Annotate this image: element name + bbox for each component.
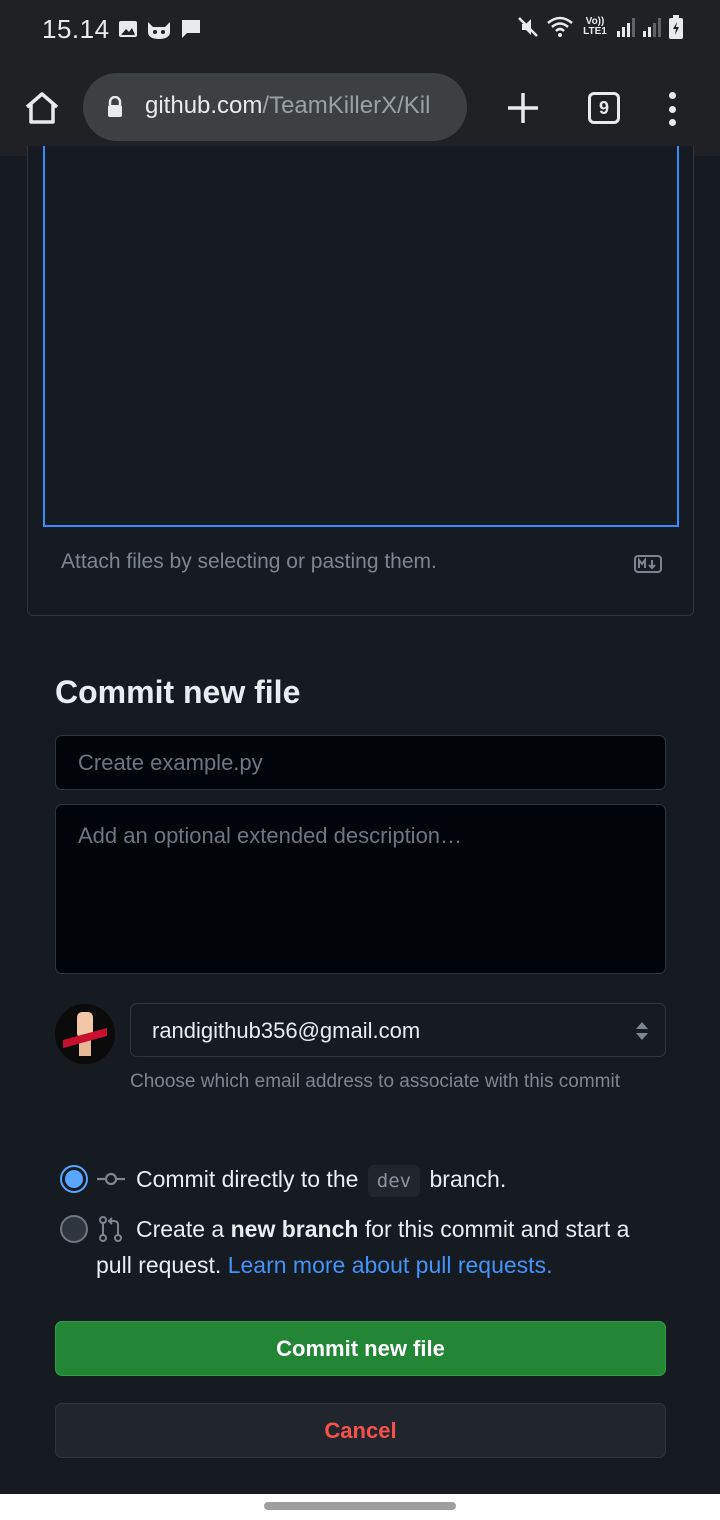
- tab-switcher-button[interactable]: 9: [588, 92, 620, 124]
- email-hint: Choose which email address to associate …: [130, 1071, 620, 1092]
- home-gesture-handle[interactable]: [264, 1502, 456, 1510]
- attach-files-hint[interactable]: Attach files by selecting or pasting the…: [61, 550, 437, 574]
- new-branch-bold: new branch: [230, 1216, 359, 1242]
- avatar-image: [55, 1004, 115, 1064]
- browser-toolbar: github.com/TeamKillerX/Kil 9: [0, 60, 720, 156]
- wifi-icon: [547, 16, 573, 37]
- cancel-button[interactable]: Cancel: [55, 1403, 666, 1458]
- cat-icon: [148, 22, 170, 39]
- git-commit-icon: [97, 1172, 125, 1186]
- status-time: 15.14: [42, 14, 110, 44]
- notification-icons: [118, 18, 202, 40]
- lock-icon: [108, 96, 122, 117]
- more-menu-icon[interactable]: [666, 92, 678, 126]
- url-host: github.com: [145, 92, 263, 119]
- commit-direct-option[interactable]: Commit directly to the dev branch.: [60, 1161, 506, 1197]
- file-content-editor[interactable]: [43, 146, 679, 527]
- branch-name: dev: [367, 1165, 421, 1197]
- gallery-icon: [119, 21, 137, 37]
- select-arrows-icon: [636, 1022, 648, 1040]
- url-text: github.com/TeamKillerX/Kil: [145, 92, 430, 120]
- learn-more-link[interactable]: Learn more about pull requests.: [228, 1252, 553, 1278]
- battery-icon: [669, 15, 683, 39]
- new-branch-text-start: Create a: [136, 1216, 225, 1242]
- direct-label-start: Commit directly to the: [136, 1166, 359, 1192]
- commit-direct-radio[interactable]: [60, 1165, 88, 1193]
- git-pull-request-icon: [99, 1216, 122, 1242]
- status-bar: 15.14 Vo)) LTE1: [0, 0, 720, 60]
- lte-label: Vo)) LTE1: [583, 16, 607, 37]
- signal-icon: [617, 18, 635, 37]
- new-branch-radio[interactable]: [60, 1215, 88, 1243]
- page-content: Attach files by selecting or pasting the…: [0, 146, 720, 1494]
- home-icon[interactable]: [22, 88, 62, 128]
- commit-new-branch-option[interactable]: Create a new branch for this commit and …: [60, 1211, 660, 1283]
- commit-new-file-button[interactable]: Commit new file: [55, 1321, 666, 1376]
- file-editor: Attach files by selecting or pasting the…: [27, 146, 694, 616]
- commit-direct-label: Commit directly to the dev branch.: [136, 1161, 506, 1197]
- url-bar[interactable]: github.com/TeamKillerX/Kil: [83, 73, 467, 141]
- system-icons: Vo)) LTE1: [516, 14, 684, 40]
- signal-icon: [643, 18, 661, 37]
- commit-section-title: Commit new file: [55, 674, 301, 710]
- commit-description-input[interactable]: [55, 804, 666, 974]
- direct-label-end: branch.: [429, 1166, 507, 1192]
- markdown-icon: [634, 555, 662, 573]
- new-branch-label: Create a new branch for this commit and …: [96, 1211, 660, 1283]
- message-icon: [182, 20, 200, 38]
- gesture-bar: [0, 1494, 720, 1520]
- commit-summary-input[interactable]: [55, 735, 666, 790]
- commit-email-select[interactable]: randigithub356@gmail.com: [130, 1003, 666, 1057]
- url-path: /TeamKillerX/Kil: [262, 92, 431, 119]
- commit-email-value: randigithub356@gmail.com: [152, 1018, 421, 1043]
- avatar: [55, 1004, 115, 1064]
- mute-icon: [518, 17, 538, 37]
- new-tab-icon[interactable]: [505, 90, 541, 126]
